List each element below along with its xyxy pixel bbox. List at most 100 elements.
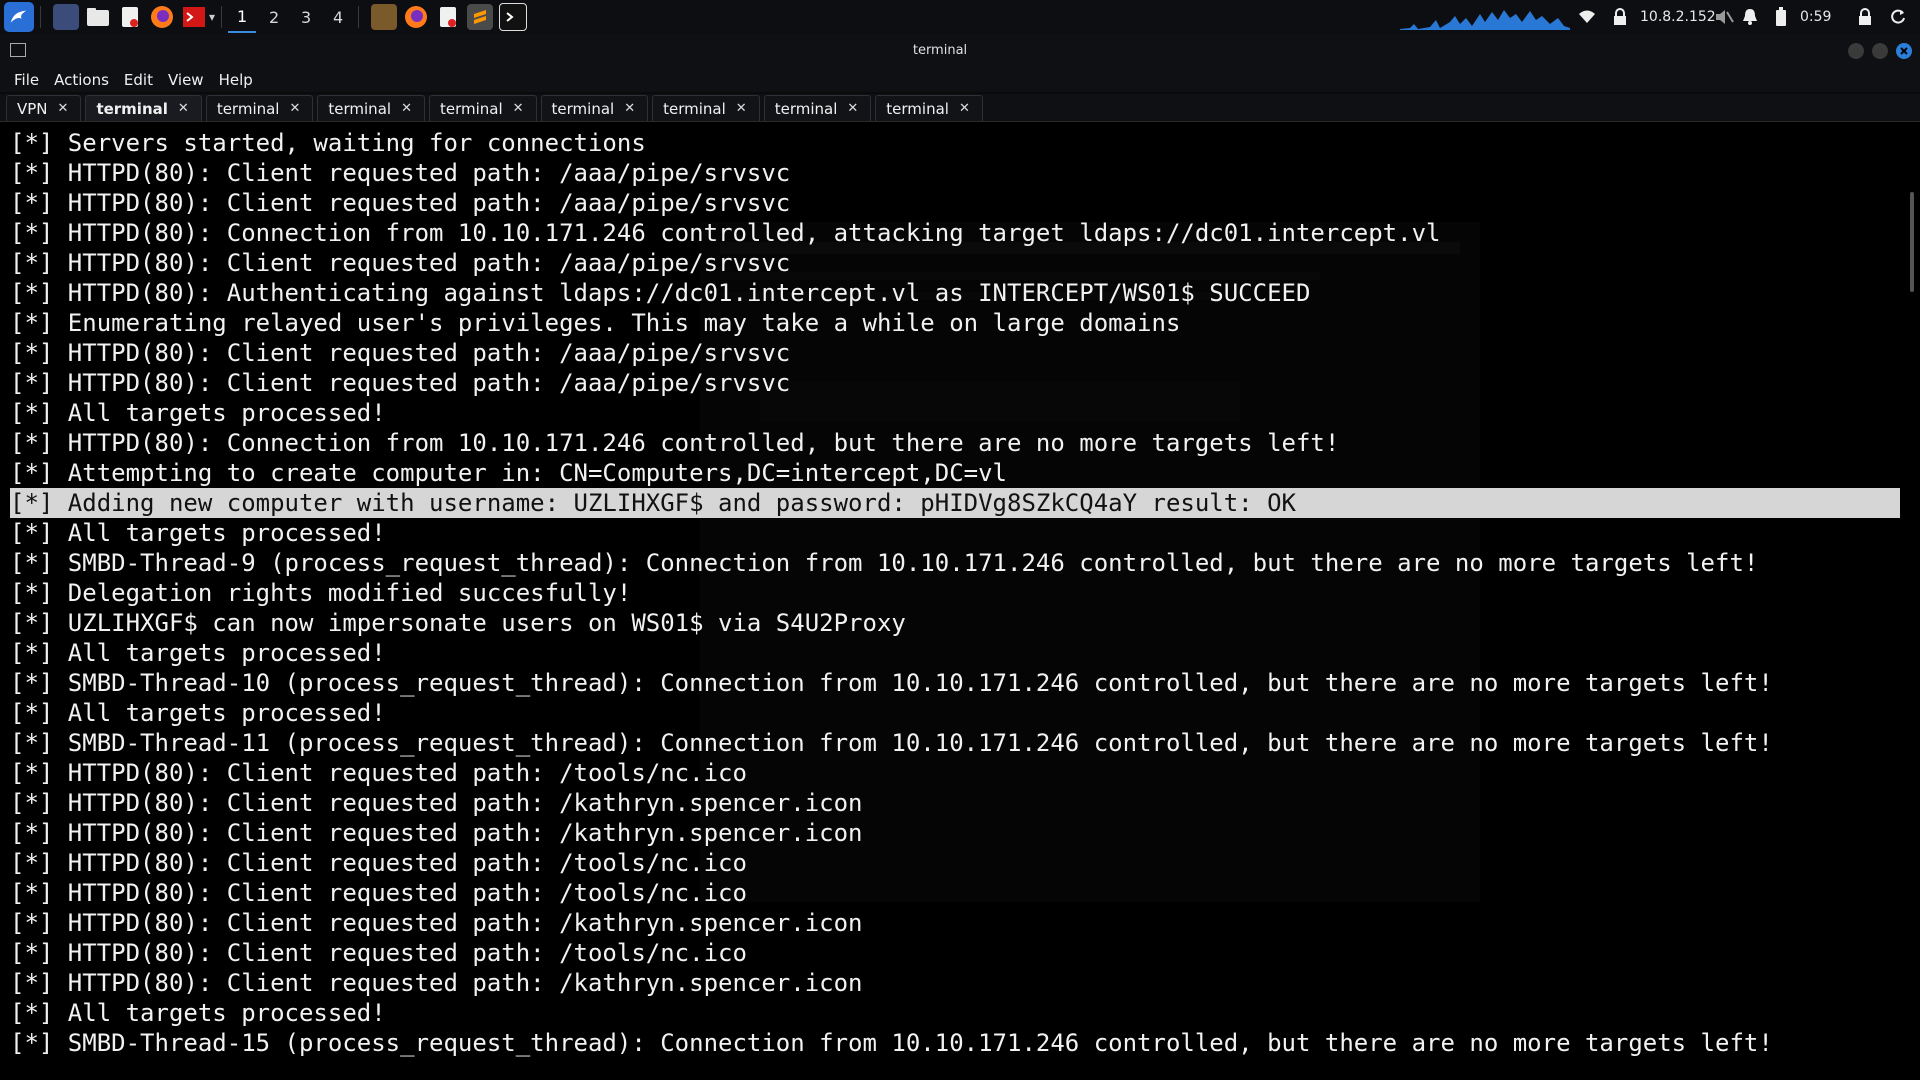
- close-tab-icon[interactable]: ✕: [58, 101, 69, 116]
- terminal-tab-bar: VPN ✕ terminal ✕ terminal ✕ terminal ✕ terminal ✕…: [0, 94, 1920, 122]
- notifications-bell-icon[interactable]: [1742, 0, 1758, 34]
- tab-label: terminal: [439, 99, 503, 118]
- show-desktop-icon[interactable]: [53, 4, 79, 30]
- wifi-icon[interactable]: [1578, 0, 1596, 34]
- close-window-button[interactable]: [1896, 43, 1912, 59]
- vpn-lock-icon[interactable]: [1612, 0, 1628, 34]
- tab-terminal-8[interactable]: terminal ✕: [875, 95, 983, 121]
- terminal-line: [*] HTTPD(80): Client requested path: /a…: [10, 159, 791, 187]
- menu-file[interactable]: File: [14, 71, 39, 89]
- terminal-line: [*] HTTPD(80): Client requested path: /t…: [10, 939, 747, 967]
- tab-label: terminal: [886, 99, 949, 118]
- menu-actions[interactable]: Actions: [54, 71, 109, 89]
- terminal-scrollbar[interactable]: [1910, 192, 1914, 292]
- file-manager-icon[interactable]: [85, 4, 111, 30]
- window-titlebar[interactable]: terminal: [0, 34, 1920, 68]
- close-tab-icon[interactable]: ✕: [847, 101, 858, 116]
- tab-terminal-3[interactable]: terminal ✕: [317, 95, 425, 121]
- terminal-launcher-icon[interactable]: [181, 4, 207, 30]
- close-tab-icon[interactable]: ✕: [959, 101, 970, 116]
- tab-terminal-7[interactable]: terminal ✕: [763, 95, 872, 121]
- firefox-icon[interactable]: [149, 4, 175, 30]
- terminal-line: [*] HTTPD(80): Client requested path: /a…: [10, 339, 791, 367]
- terminal-line: [*] HTTPD(80): Client requested path: /t…: [10, 849, 747, 877]
- minimize-button[interactable]: [1848, 43, 1864, 59]
- close-tab-icon[interactable]: ✕: [736, 101, 747, 116]
- tab-label: terminal: [96, 99, 168, 118]
- menu-view[interactable]: View: [168, 71, 204, 89]
- terminal-line: [*] HTTPD(80): Client requested path: /a…: [10, 369, 791, 397]
- menu-edit[interactable]: Edit: [124, 71, 153, 89]
- terminal-line: [*] HTTPD(80): Client requested path: /k…: [10, 969, 863, 997]
- terminal-line: [*] SMBD-Thread-9 (process_request_threa…: [10, 549, 1759, 577]
- tab-terminal-2[interactable]: terminal ✕: [205, 95, 314, 121]
- terminal-line: [*] HTTPD(80): Client requested path: /t…: [10, 879, 747, 907]
- terminal-line: [*] HTTPD(80): Client requested path: /a…: [10, 249, 791, 277]
- maximize-button[interactable]: [1872, 43, 1888, 59]
- terminal-line: [*] HTTPD(80): Authenticating against ld…: [10, 279, 1311, 307]
- terminal-line: [*] HTTPD(80): Client requested path: /k…: [10, 819, 863, 847]
- terminal-line-highlighted: [*] Adding new computer with username: U…: [10, 488, 1900, 518]
- terminal-line: [*] Enumerating relayed user's privilege…: [10, 309, 1181, 337]
- terminal-line: [*] HTTPD(80): Client requested path: /a…: [10, 189, 791, 217]
- firefox-task-icon[interactable]: [403, 4, 429, 30]
- terminal-lines: [*] Servers started, waiting for connect…: [10, 128, 1900, 1058]
- workspace-3[interactable]: 3: [292, 2, 320, 32]
- close-tab-icon[interactable]: ✕: [401, 101, 412, 116]
- workspace-4[interactable]: 4: [324, 2, 352, 32]
- battery-icon: [1775, 0, 1787, 34]
- close-tab-icon[interactable]: ✕: [513, 101, 524, 116]
- text-editor-icon[interactable]: [117, 4, 143, 30]
- tab-terminal-1[interactable]: terminal ✕: [85, 95, 202, 121]
- close-tab-icon[interactable]: ✕: [624, 101, 635, 116]
- sublime-task-icon[interactable]: [467, 4, 494, 30]
- chevron-down-icon[interactable]: ▾: [209, 10, 215, 24]
- terminal-line: [*] All targets processed!: [10, 999, 386, 1027]
- network-activity-graph: [1400, 10, 1570, 30]
- terminal-line: [*] All targets processed!: [10, 519, 386, 547]
- terminal-output[interactable]: [*] Servers started, waiting for connect…: [0, 122, 1920, 1080]
- menu-bar: File Actions Edit View Help: [0, 68, 1920, 92]
- tab-label: terminal: [663, 99, 726, 118]
- terminal-line: [*] All targets processed!: [10, 639, 386, 667]
- terminal-line: [*] SMBD-Thread-15 (process_request_thre…: [10, 1029, 1773, 1057]
- power-refresh-icon[interactable]: [1890, 0, 1906, 34]
- tab-label: VPN: [17, 99, 48, 118]
- terminal-line: [*] Servers started, waiting for connect…: [10, 129, 646, 157]
- terminal-line: [*] HTTPD(80): Client requested path: /k…: [10, 909, 863, 937]
- terminal-line: [*] All targets processed!: [10, 399, 386, 427]
- terminal-line: [*] HTTPD(80): Connection from 10.10.171…: [10, 429, 1340, 457]
- terminal-line: [*] All targets processed!: [10, 699, 386, 727]
- terminal-line: [*] HTTPD(80): Client requested path: /k…: [10, 789, 863, 817]
- menu-help[interactable]: Help: [219, 71, 253, 89]
- terminal-line: [*] SMBD-Thread-11 (process_request_thre…: [10, 729, 1773, 757]
- lock-screen-icon[interactable]: [1858, 0, 1872, 34]
- kali-menu-icon[interactable]: [4, 2, 34, 32]
- burpsuite-task-icon[interactable]: [371, 4, 398, 30]
- terminal-line: [*] HTTPD(80): Connection from 10.10.171…: [10, 219, 1441, 247]
- volume-muted-icon[interactable]: [1714, 0, 1734, 34]
- workspace-2[interactable]: 2: [260, 2, 288, 32]
- terminal-line: [*] SMBD-Thread-10 (process_request_thre…: [10, 669, 1773, 697]
- tab-label: terminal: [551, 99, 615, 118]
- close-tab-icon[interactable]: ✕: [289, 101, 300, 116]
- terminal-line: [*] UZLIHXGF$ can now impersonate users …: [10, 609, 906, 637]
- clock[interactable]: 0:59: [1800, 0, 1831, 34]
- terminal-line: [*] HTTPD(80): Client requested path: /t…: [10, 759, 747, 787]
- tab-vpn[interactable]: VPN ✕: [6, 95, 82, 121]
- close-tab-icon[interactable]: ✕: [178, 101, 189, 116]
- top-panel: ▾ 1 2 3 4 10.8.2.152 0:59: [0, 0, 1920, 35]
- tab-terminal-4[interactable]: terminal ✕: [428, 95, 537, 121]
- terminal-task-icon[interactable]: [499, 3, 528, 31]
- terminal-line: [*] Delegation rights modified succesful…: [10, 579, 632, 607]
- tab-label: terminal: [328, 99, 392, 118]
- workspace-1[interactable]: 1: [228, 1, 257, 33]
- vpn-ip-address: 10.8.2.152: [1640, 9, 1716, 25]
- tab-label: terminal: [774, 99, 838, 118]
- terminal-line: [*] Attempting to create computer in: CN…: [10, 459, 1007, 487]
- tab-label: terminal: [216, 99, 280, 118]
- window-title: terminal: [912, 43, 968, 58]
- tab-terminal-6[interactable]: terminal ✕: [652, 95, 760, 121]
- text-editor-task-icon[interactable]: [435, 4, 461, 30]
- tab-terminal-5[interactable]: terminal ✕: [540, 95, 649, 121]
